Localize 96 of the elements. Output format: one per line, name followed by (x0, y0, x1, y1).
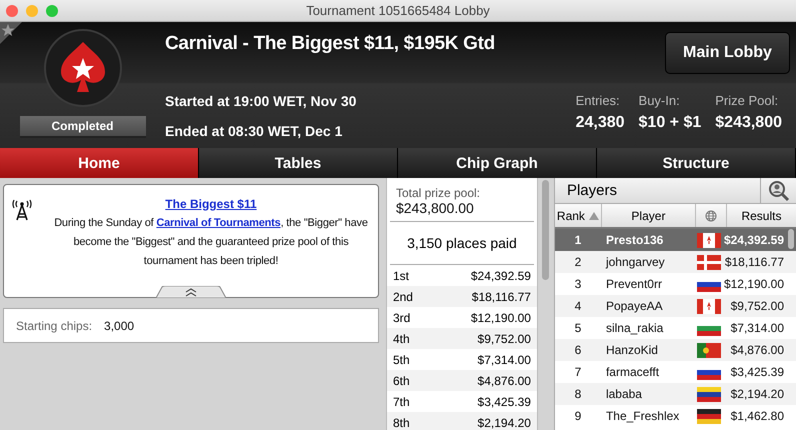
player-row[interactable]: 6 HanzoKid $4,876.00 (554, 339, 796, 361)
result-cell: $12,190.00 (724, 277, 784, 291)
end-time: Ended at 08:30 WET, Dec 1 (165, 123, 344, 139)
rank-cell-text: 2 (574, 255, 582, 269)
player-row[interactable]: 8 lababa $2,194.20 (554, 383, 796, 405)
flag-icon (696, 232, 721, 248)
player-row[interactable]: 1 Presto136 $24,392.59 (554, 229, 796, 251)
player-name: silna_rakia (604, 321, 664, 335)
stat-value: $10 + $1 (638, 114, 702, 132)
flag-icon (696, 408, 721, 424)
rank-cell-text: 7 (574, 365, 582, 379)
player-name: The_Freshlex (604, 409, 680, 423)
tab[interactable]: Structure (597, 148, 796, 178)
antenna-tower-icon (12, 199, 32, 221)
prize-place: 5th (392, 352, 410, 366)
player-row[interactable]: 3 Prevent0rr $12,190.00 (554, 273, 796, 295)
prize-amount: $2,194.20 (478, 416, 531, 430)
prize-place: 3rd (392, 310, 410, 324)
total-prize-label: Total prize pool: (396, 186, 481, 200)
prize-amount: $24,392.59 (470, 268, 531, 282)
player-row[interactable]: 4 PopayeAA $9,752.00 (554, 295, 796, 317)
rank-cell-text: 5 (574, 321, 582, 335)
rank-cell-text: 9 (574, 409, 582, 423)
places-paid: 3,150 places paid (390, 222, 534, 265)
flag-icon (696, 342, 721, 358)
rank-cell-text: 1 (574, 233, 582, 247)
players-title: Players (566, 181, 617, 201)
globe-icon[interactable] (704, 210, 717, 222)
status-ribbon: Completed (20, 116, 146, 136)
scrollbar-thumb[interactable] (542, 180, 549, 280)
prize-amount: $9,752.00 (478, 332, 531, 346)
news-title-link[interactable]: The Biggest $11 (165, 197, 257, 211)
stat-value: $243,800 (715, 114, 782, 132)
prize-amount: $18,116.77 (472, 290, 531, 304)
player-row[interactable]: 7 farmacefft $3,425.39 (554, 361, 796, 383)
rank-cell-text: 8 (574, 387, 582, 401)
prize-place: 7th (392, 394, 410, 408)
result-cell: $18,116.77 (724, 255, 784, 269)
main-lobby-button[interactable]: Main Lobby (665, 32, 790, 74)
stat-value: 24,380 (576, 114, 625, 132)
result-cell: $24,392.59 (724, 233, 784, 247)
result-cell-text: $2,194.20 (730, 387, 784, 401)
prize-place: 8th (392, 416, 410, 430)
collapse-tab[interactable] (156, 286, 226, 298)
tab[interactable]: Tables (199, 148, 398, 178)
starting-chips-value: 3,000 (104, 318, 134, 332)
player-name: farmacefft (604, 365, 660, 379)
stat-label: Buy-In: (638, 93, 681, 108)
player-row[interactable]: 9 The_Freshlex $1,462.80 (554, 405, 796, 427)
window-title: Tournament 1051665484 Lobby (306, 3, 490, 18)
spade-logo-icon (42, 28, 122, 108)
total-prize-value: $243,800.00 (396, 200, 475, 216)
stat-label: Prize Pool: (715, 93, 780, 108)
player-name: Prevent0rr (604, 277, 663, 291)
player-name: lababa (604, 387, 643, 401)
scrollbar-thumb[interactable] (788, 229, 794, 249)
stat-label: Entries: (576, 93, 621, 108)
starting-chips-label: Starting chips: (16, 318, 92, 332)
prize-place: 4th (392, 332, 410, 346)
result-cell-text: $9,752.00 (730, 299, 784, 313)
rank-cell-text: 3 (574, 277, 582, 291)
close-button[interactable] (6, 4, 18, 16)
result-cell-text: $1,462.80 (730, 409, 784, 423)
player-name: HanzoKid (604, 343, 659, 357)
tab[interactable]: Chip Graph (398, 148, 597, 178)
result-cell-text: $4,876.00 (730, 343, 784, 357)
flag-icon (696, 298, 721, 314)
player-name: PopayeAA (604, 299, 664, 313)
player-row[interactable]: 2 johngarvey $18,116.77 (554, 251, 796, 273)
zoom-button[interactable] (46, 4, 58, 16)
star-icon[interactable] (0, 22, 22, 44)
result-cell-text: $3,425.39 (730, 365, 784, 379)
rank-cell-text: 6 (574, 343, 582, 357)
column-header[interactable]: Player (602, 204, 696, 227)
tournament-title: Carnival - The Biggest $11, $195K Gtd (165, 33, 495, 55)
player-row[interactable]: 5 silna_rakia $7,314.00 (554, 317, 796, 339)
prize-amount: $4,876.00 (478, 374, 531, 388)
sort-up-icon (588, 212, 599, 220)
start-time: Started at 19:00 WET, Nov 30 (165, 93, 356, 109)
tab[interactable]: Home (0, 148, 199, 178)
prize-amount: $12,190.00 (470, 310, 531, 324)
rank-cell-text: 4 (574, 299, 582, 313)
player-name: johngarvey (604, 255, 666, 269)
flag-icon (696, 254, 721, 270)
prize-amount: $3,425.39 (478, 394, 531, 408)
flag-icon (696, 386, 721, 402)
prize-place: 6th (392, 374, 410, 388)
column-header[interactable]: Results (726, 204, 796, 227)
result-cell-text: $7,314.00 (730, 321, 784, 335)
prize-place: 2nd (392, 290, 413, 304)
carnival-link[interactable]: Carnival of Tournaments (156, 217, 281, 229)
news-text: During the Sunday of Carnival of Tournaments, the "Bigger" have become the "Biggest" and the guaranteed prize pool of this tournament has been tripled! (53, 216, 369, 269)
prize-amount: $7,314.00 (478, 352, 531, 366)
column-header[interactable]: Rank (554, 204, 602, 227)
prize-place: 1st (392, 268, 409, 282)
player-name: Presto136 (604, 233, 664, 247)
